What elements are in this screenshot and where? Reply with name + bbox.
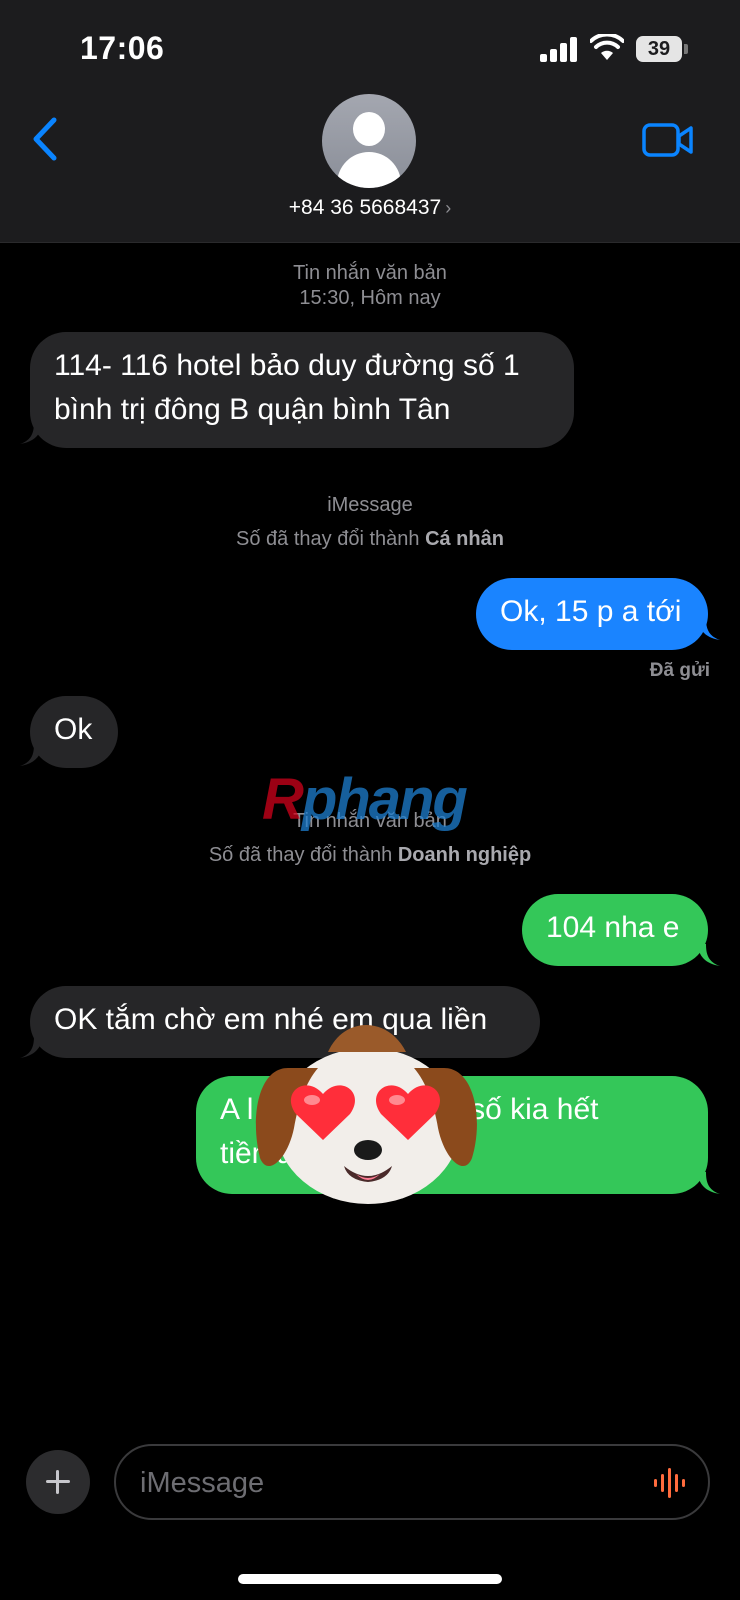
video-call-icon[interactable] xyxy=(642,122,694,158)
wifi-icon xyxy=(590,34,624,60)
battery-tip xyxy=(684,44,688,54)
message-bubble-received[interactable]: 114- 116 hotel bảo duy đường số 1 bình t… xyxy=(30,332,574,448)
meta-category: Doanh nghiệp xyxy=(397,844,532,866)
message-input[interactable] xyxy=(138,1460,622,1506)
message-bubble-received[interactable]: Ok xyxy=(30,696,118,768)
audio-waveform-icon[interactable] xyxy=(652,1466,690,1500)
meta-service-label: Tin nhắn văn bản xyxy=(293,262,447,284)
message-composer[interactable] xyxy=(114,1444,710,1520)
number-change-notice: iMessage Số đã thay đổi thành Cá nhân xyxy=(0,488,740,556)
watermark-logo: Rphang xyxy=(262,766,468,833)
contact-name[interactable]: +84 36 5668437 › xyxy=(0,196,740,220)
message-bubble-sent[interactable]: 104 nha e xyxy=(522,894,708,966)
cellular-signal-icon xyxy=(540,36,580,62)
battery-icon: 39 xyxy=(636,36,682,62)
meta-number-change: Số đã thay đổi thành Cá nhân xyxy=(0,522,740,556)
meta-category: Cá nhân xyxy=(425,528,504,550)
meta-timestamp: 15:30, Hôm nay xyxy=(299,287,441,309)
chevron-right-icon: › xyxy=(445,198,452,218)
status-bar: 17:06 39 xyxy=(0,0,740,90)
message-meta-header: Tin nhắn văn bản 15:30, Hôm nay xyxy=(0,262,740,310)
avatar-body xyxy=(337,152,401,188)
conversation-header: +84 36 5668437 › xyxy=(0,90,740,243)
contact-number: +84 36 5668437 xyxy=(288,196,442,219)
avatar-head xyxy=(353,112,385,146)
message-bubble-sent[interactable]: Ok, 15 p a tới xyxy=(476,578,708,650)
meta-prefix: Số đã thay đổi thành xyxy=(236,528,426,550)
back-chevron-icon[interactable] xyxy=(26,114,66,164)
meta-number-change: Số đã thay đổi thành Doanh nghiệp xyxy=(0,838,740,872)
home-indicator[interactable] xyxy=(238,1574,502,1584)
plus-button[interactable] xyxy=(26,1450,90,1514)
plus-icon-v xyxy=(56,1470,59,1494)
meta-prefix: Số đã thay đổi thành xyxy=(208,844,398,866)
contact-avatar[interactable] xyxy=(322,94,416,188)
status-time: 17:06 xyxy=(80,30,165,66)
delivered-status: Đã gửi xyxy=(649,660,710,681)
dog-memoji-heart-eyes-sticker[interactable] xyxy=(248,1008,484,1208)
watermark-r: R xyxy=(262,767,304,832)
meta-service-label: iMessage xyxy=(327,494,413,516)
watermark-text: phang xyxy=(301,767,468,832)
